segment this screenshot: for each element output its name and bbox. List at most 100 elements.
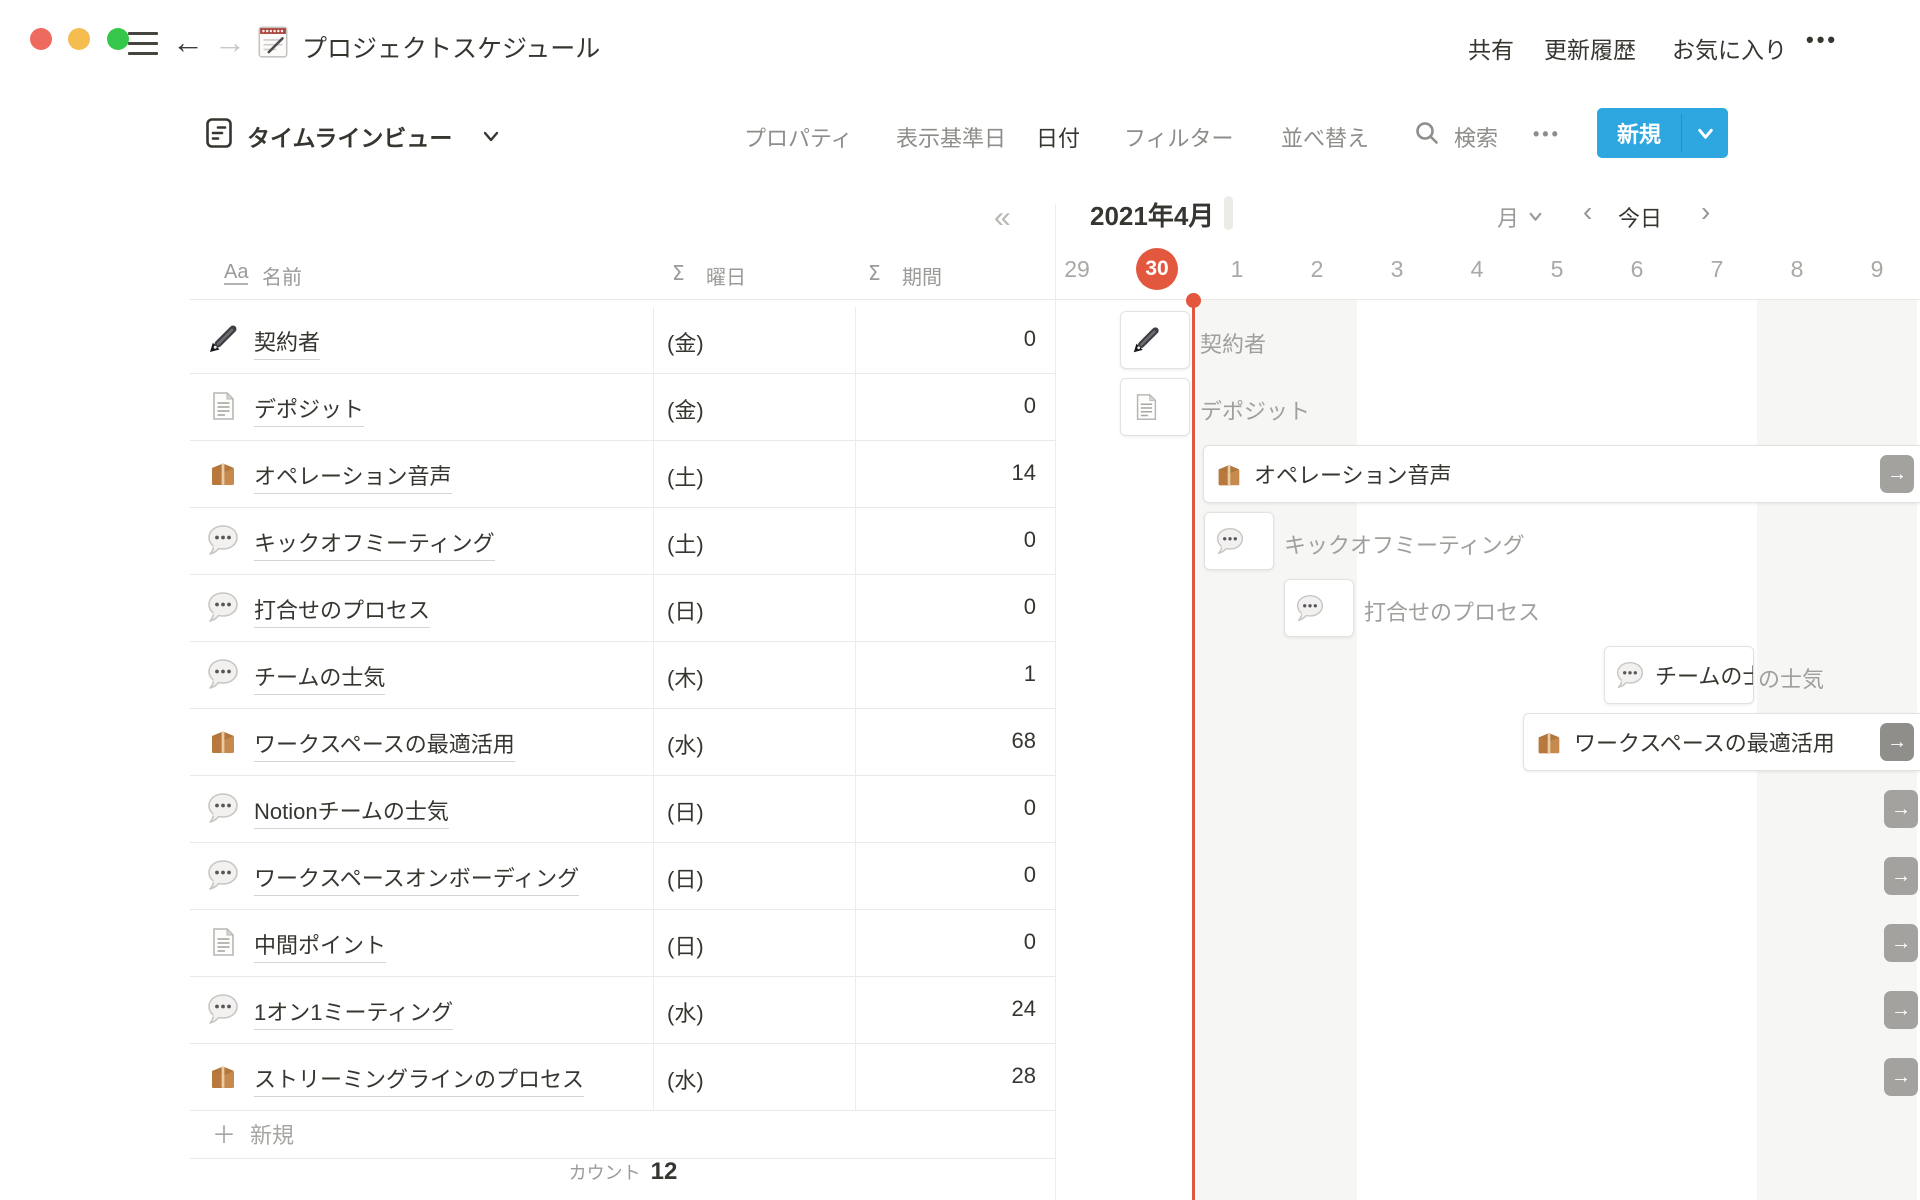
item-overflow-label[interactable]: キックオフミーティング: [1284, 528, 1525, 560]
today-line: [1192, 300, 1195, 1200]
row-day-cell[interactable]: (土): [667, 460, 704, 492]
row-duration-cell[interactable]: 28: [855, 1063, 1036, 1089]
jump-to-item-arrow-button[interactable]: →: [1884, 924, 1918, 962]
row-duration-cell[interactable]: 0: [855, 393, 1036, 419]
row-duration-cell[interactable]: 0: [855, 795, 1036, 821]
speech-icon: [206, 658, 240, 690]
item-overflow-label[interactable]: 打合せのプロセス: [1364, 595, 1540, 627]
column-divider: [653, 307, 654, 1111]
row-day-cell[interactable]: (土): [667, 527, 704, 559]
page-title[interactable]: プロジェクトスケジュール: [302, 29, 600, 65]
row-name-link[interactable]: オペレーション音声: [254, 459, 452, 494]
row-duration-cell[interactable]: 0: [855, 929, 1036, 955]
item-overflow-label[interactable]: 契約者: [1200, 327, 1266, 359]
notepad-icon: [254, 22, 292, 60]
row-day-cell[interactable]: (金): [667, 393, 704, 425]
speech-icon: [1215, 526, 1245, 556]
today-badge: 30: [1136, 248, 1178, 290]
row-name-link[interactable]: 1オン1ミーティング: [254, 995, 453, 1030]
item-title: ワークスペースの最適活用: [1574, 726, 1835, 758]
count-footer[interactable]: カウント 12: [190, 1158, 1056, 1198]
open-item-arrow-button[interactable]: →: [1880, 455, 1914, 493]
row-day-cell[interactable]: (日): [667, 795, 704, 827]
back-arrow[interactable]: ←: [172, 24, 204, 60]
row-day-cell[interactable]: (水): [667, 728, 704, 760]
next-month-button[interactable]: ›: [1701, 197, 1710, 227]
traffic-light-zoom[interactable]: [107, 28, 129, 50]
open-item-arrow-button[interactable]: →: [1880, 723, 1914, 761]
today-button[interactable]: 今日: [1618, 201, 1662, 233]
add-row-button[interactable]: ＋新規: [190, 1111, 1056, 1159]
jump-to-item-arrow-button[interactable]: →: [1884, 790, 1918, 828]
timeline-card[interactable]: [1120, 378, 1190, 436]
timeline-scale-select[interactable]: 月: [1497, 201, 1519, 233]
count-value: 12: [651, 1158, 678, 1186]
speech-icon: [206, 792, 240, 824]
timeline-card[interactable]: [1284, 579, 1354, 637]
date-basis-menu[interactable]: 表示基準日: [896, 121, 1006, 153]
page-icon: [206, 926, 240, 958]
row-name-link[interactable]: キックオフミーティング: [254, 526, 495, 561]
jump-to-item-arrow-button[interactable]: →: [1884, 1058, 1918, 1096]
timeline-bar[interactable]: オペレーション音声 →: [1203, 445, 1920, 503]
pen-icon: [1131, 325, 1161, 355]
row-name-link[interactable]: 契約者: [254, 325, 320, 360]
row-name-link[interactable]: ワークスペースの最適活用: [254, 727, 515, 762]
speech-icon: [1615, 660, 1645, 690]
today-line-dot: [1186, 293, 1201, 308]
timeline-view-icon: [206, 118, 232, 148]
row-day-cell[interactable]: (水): [667, 996, 704, 1028]
timeline-card[interactable]: チームの士気: [1604, 646, 1754, 704]
row-day-cell[interactable]: (日): [667, 594, 704, 626]
timeline-bar[interactable]: ワークスペースの最適活用 →: [1523, 713, 1920, 771]
row-icon: [206, 926, 240, 963]
row-duration-cell[interactable]: 0: [855, 326, 1036, 352]
row-name-link[interactable]: デポジット: [254, 392, 364, 427]
day-column-header[interactable]: 曜日: [706, 261, 746, 290]
jump-to-item-arrow-button[interactable]: →: [1884, 857, 1918, 895]
traffic-light-minimize[interactable]: [68, 28, 90, 50]
timeline-card[interactable]: [1120, 311, 1190, 369]
row-name-link[interactable]: ワークスペースオンボーディング: [254, 861, 579, 896]
item-overflow-label[interactable]: の士気: [1758, 662, 1824, 694]
row-name-link[interactable]: ストリーミングラインのプロセス: [254, 1062, 584, 1097]
row-icon: [206, 524, 240, 561]
prev-month-button[interactable]: ‹: [1583, 197, 1592, 227]
collapse-table-button[interactable]: «: [994, 202, 1011, 234]
row-duration-cell[interactable]: 1: [855, 661, 1036, 687]
row-duration-cell[interactable]: 68: [855, 728, 1036, 754]
day-label-today: 30: [1117, 246, 1197, 292]
row-duration-cell[interactable]: 0: [855, 594, 1036, 620]
table-row: ワークスペースオンボーディング (日) 0: [190, 843, 1056, 910]
properties-menu[interactable]: プロパティ: [744, 121, 853, 153]
name-column-header[interactable]: 名前: [262, 261, 302, 290]
text-property-icon: Aa: [224, 261, 248, 285]
item-title: オペレーション音声: [1254, 458, 1452, 490]
day-label: 6: [1597, 246, 1677, 292]
row-name-link[interactable]: Notionチームの士気: [254, 794, 449, 829]
traffic-light-close[interactable]: [30, 28, 52, 50]
row-name-link[interactable]: チームの士気: [254, 660, 385, 695]
row-day-cell[interactable]: (水): [667, 1063, 704, 1095]
jump-to-item-arrow-button[interactable]: →: [1884, 991, 1918, 1029]
pen-icon: [206, 323, 240, 355]
row-duration-cell[interactable]: 14: [855, 460, 1036, 486]
day-label: 9: [1837, 246, 1917, 292]
timeline-card[interactable]: [1204, 512, 1274, 570]
day-label: 5: [1517, 246, 1597, 292]
sidebar-menu-icon[interactable]: [128, 32, 158, 55]
table-row: チームの士気 (木) 1: [190, 642, 1056, 709]
row-name-link[interactable]: 中間ポイント: [254, 928, 386, 963]
row-duration-cell[interactable]: 24: [855, 996, 1036, 1022]
row-day-cell[interactable]: (木): [667, 661, 704, 693]
forward-arrow[interactable]: →: [214, 24, 246, 60]
row-duration-cell[interactable]: 0: [855, 527, 1036, 553]
item-overflow-label[interactable]: デポジット: [1200, 394, 1310, 426]
row-name-link[interactable]: 打合せのプロセス: [254, 593, 430, 628]
duration-column-header[interactable]: 期間: [902, 261, 942, 290]
row-day-cell[interactable]: (日): [667, 929, 704, 961]
row-duration-cell[interactable]: 0: [855, 862, 1036, 888]
row-day-cell[interactable]: (日): [667, 862, 704, 894]
row-day-cell[interactable]: (金): [667, 326, 704, 358]
view-title-button[interactable]: タイムラインビュー: [247, 119, 452, 153]
